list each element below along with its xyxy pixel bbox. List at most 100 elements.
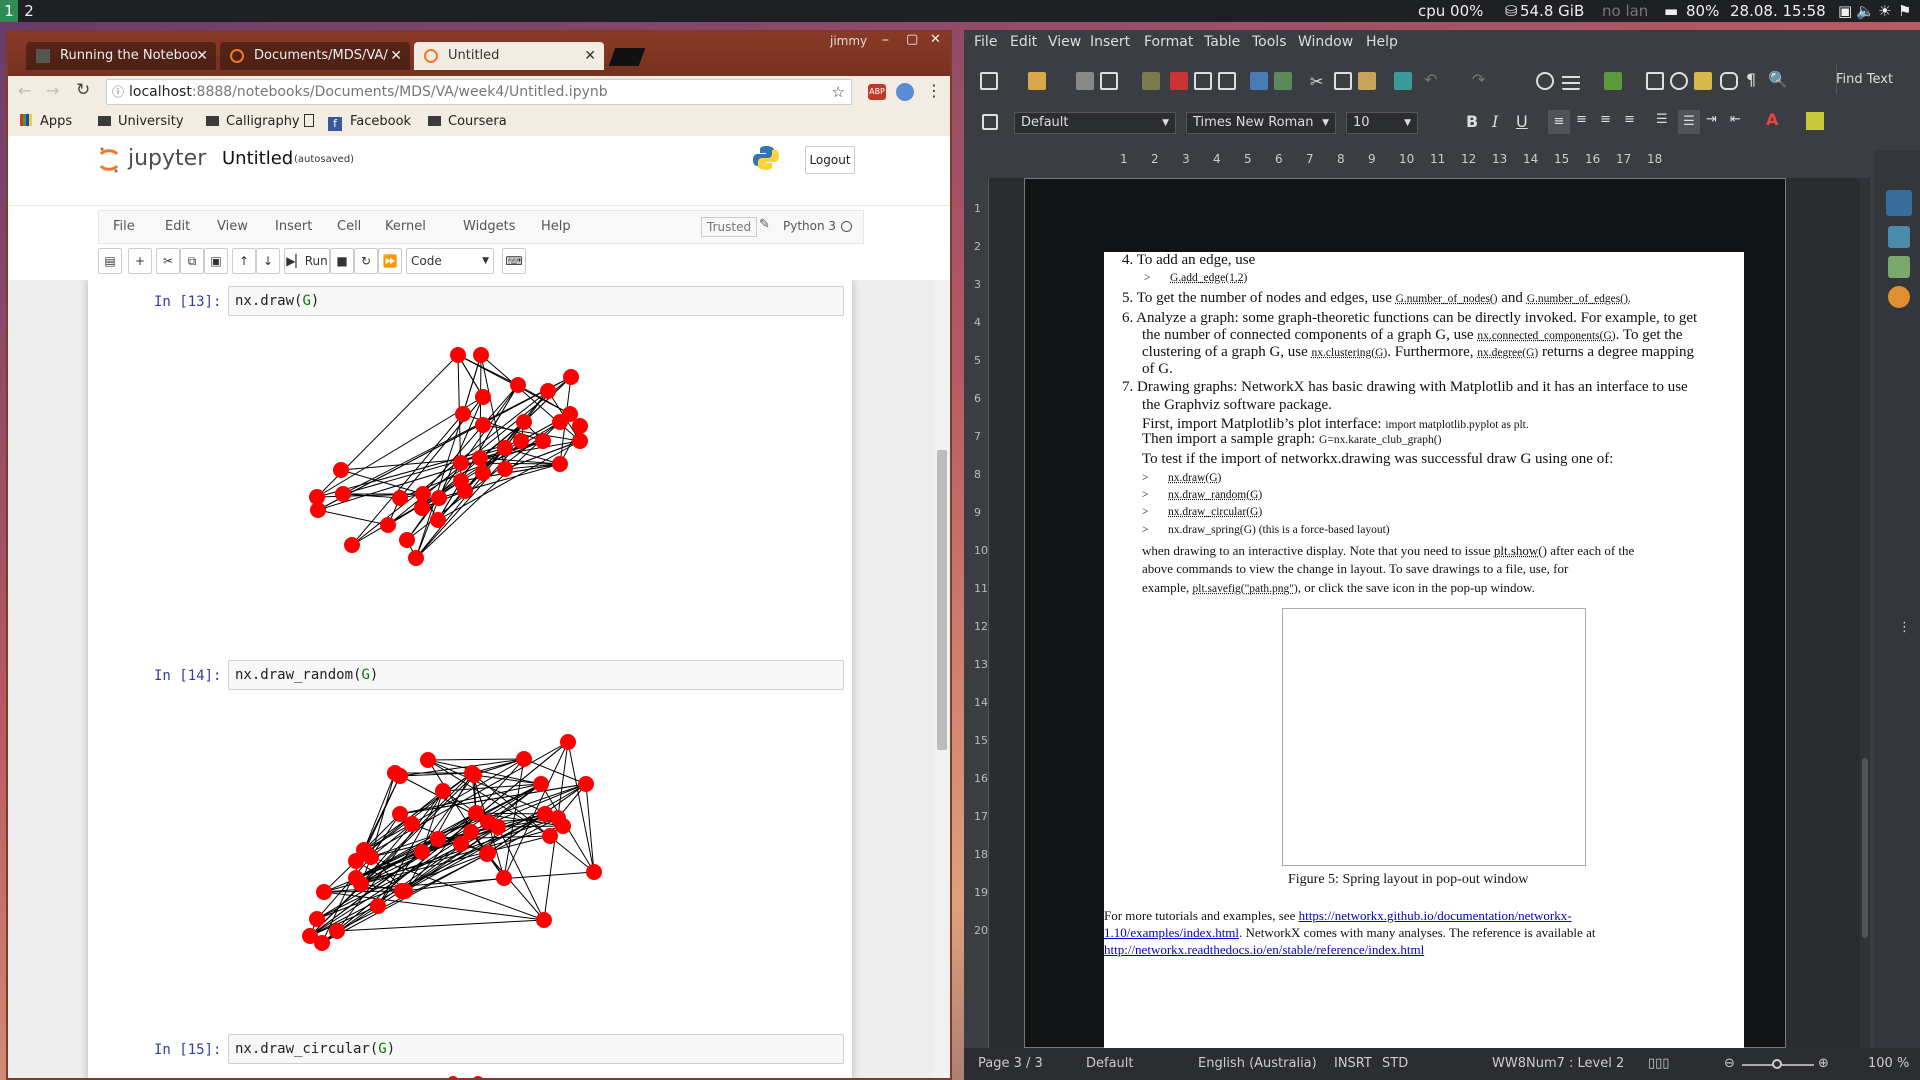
- view-layout-icon[interactable]: ▯▯▯: [1648, 1048, 1669, 1080]
- font-color-icon[interactable]: A: [1766, 110, 1778, 129]
- autospell-icon[interactable]: [1274, 72, 1292, 94]
- database-icon[interactable]: [1720, 72, 1738, 94]
- writer-menu-tools[interactable]: Tools: [1252, 34, 1287, 50]
- paragraph-style-select[interactable]: Default ▼: [1014, 112, 1176, 134]
- code-cell[interactable]: nx.draw_random(G): [228, 660, 844, 690]
- print-preview-icon[interactable]: [1218, 72, 1236, 94]
- menu-file[interactable]: File: [113, 211, 135, 243]
- maximize-button[interactable]: ▢: [906, 32, 918, 47]
- cut-doc-icon[interactable]: ✂: [1310, 72, 1323, 91]
- doc-link[interactable]: 1.10/examples/index.html: [1104, 925, 1239, 940]
- tab-untitled[interactable]: Untitled ✕: [414, 42, 604, 70]
- url-input[interactable]: ⓘ localhost:8888/notebooks/Documents/MDS…: [106, 79, 852, 105]
- find-text-input[interactable]: Find Text: [1836, 72, 1893, 87]
- properties-icon[interactable]: [1886, 190, 1912, 216]
- undo-icon[interactable]: ↶: [1424, 70, 1437, 89]
- menu-icon[interactable]: ⋮: [926, 81, 942, 100]
- edit-pencil-icon[interactable]: ✎: [759, 217, 770, 232]
- jupyter-logo-text[interactable]: jupyter: [128, 146, 206, 171]
- navigator-icon[interactable]: [1536, 72, 1554, 94]
- justify-icon[interactable]: ≡: [1624, 112, 1635, 127]
- bookmark-facebook[interactable]: f Facebook: [328, 108, 411, 136]
- keyboard-icon[interactable]: ⌨: [502, 248, 526, 274]
- page-count[interactable]: Page 3 / 3: [978, 1048, 1043, 1080]
- move-up-icon[interactable]: ↑: [232, 248, 256, 274]
- menu-view[interactable]: View: [217, 211, 248, 243]
- stop-icon[interactable]: ■: [330, 248, 354, 274]
- writer-menu-file[interactable]: File: [974, 34, 997, 50]
- code-cell[interactable]: nx.draw_circular(G): [228, 1034, 844, 1064]
- writer-menu-view[interactable]: View: [1048, 34, 1081, 50]
- horizontal-ruler[interactable]: 1 2 3 4 5 6 7 8 9 10 11 12 13 14 15 16 17 18: [994, 152, 1830, 170]
- close-window-button[interactable]: ✕: [930, 32, 941, 47]
- styles-sidebar-icon[interactable]: [1888, 226, 1910, 248]
- copy-doc-icon[interactable]: [1334, 72, 1352, 94]
- align-center-icon[interactable]: ≡: [1576, 112, 1587, 127]
- doc-scrollbar-thumb[interactable]: [1862, 758, 1868, 938]
- writer-menu-edit[interactable]: Edit: [1010, 34, 1037, 50]
- menu-edit[interactable]: Edit: [165, 211, 190, 243]
- save-doc-icon[interactable]: [1076, 72, 1094, 94]
- cut-icon[interactable]: ✂: [156, 248, 180, 274]
- paste-doc-icon[interactable]: [1358, 72, 1376, 94]
- fast-forward-icon[interactable]: ⏩: [378, 248, 402, 274]
- bullet-list-icon[interactable]: ☰: [1678, 110, 1700, 134]
- cell-type-select[interactable]: Code ▼: [406, 248, 494, 274]
- writer-menu-help[interactable]: Help: [1366, 34, 1398, 50]
- profile-name[interactable]: jimmy: [830, 34, 867, 48]
- zoom-slider-handle[interactable]: [1772, 1059, 1782, 1069]
- formatting-marks-icon[interactable]: ¶: [1746, 70, 1756, 89]
- bookmark-calligraphy[interactable]: Calligraphy: [206, 108, 300, 136]
- forward-icon[interactable]: →: [46, 81, 59, 100]
- restart-icon[interactable]: ↻: [354, 248, 378, 274]
- notebook-scrollbar[interactable]: [934, 280, 950, 1078]
- volume-icon[interactable]: 🔈: [1856, 0, 1875, 22]
- menu-insert[interactable]: Insert: [275, 211, 312, 243]
- align-right-icon[interactable]: ≡: [1600, 112, 1611, 127]
- zoom-level[interactable]: 100 %: [1868, 1048, 1909, 1080]
- new-doc-icon[interactable]: [980, 72, 998, 94]
- save-icon[interactable]: ▤: [98, 248, 122, 274]
- doc-link[interactable]: http://networkx.readthedocs.io/en/stable…: [1104, 942, 1424, 958]
- highlight-icon[interactable]: [1806, 112, 1824, 130]
- font-name-select[interactable]: Times New Roman ▼: [1186, 112, 1336, 134]
- notebook-name[interactable]: Untitled: [222, 148, 293, 169]
- underline-icon[interactable]: U: [1516, 112, 1528, 131]
- numbered-list-icon[interactable]: ☰: [1656, 112, 1668, 127]
- menu-kernel[interactable]: Kernel: [385, 211, 426, 243]
- gallery-icon[interactable]: [1888, 256, 1910, 278]
- hyperlink-icon[interactable]: [1604, 72, 1622, 94]
- tab-running-notebook[interactable]: Running the Noteboo ✕: [26, 42, 216, 70]
- insert-mode[interactable]: INSRT: [1334, 1048, 1372, 1080]
- align-left-icon[interactable]: ≡: [1548, 110, 1570, 134]
- styles-icon[interactable]: [982, 114, 998, 134]
- italic-icon[interactable]: I: [1492, 112, 1498, 131]
- clone-format-icon[interactable]: [1394, 72, 1412, 94]
- add-cell-icon[interactable]: +: [128, 248, 152, 274]
- jupyter-logo-icon[interactable]: [98, 146, 120, 174]
- trusted-badge[interactable]: Trusted: [701, 217, 758, 237]
- bookmark-coursera[interactable]: Coursera: [428, 108, 507, 136]
- redo-icon[interactable]: ↷: [1472, 70, 1485, 89]
- zoom-out-icon[interactable]: ⊖: [1724, 1048, 1735, 1080]
- bookmark-apps[interactable]: Apps: [20, 108, 72, 136]
- navigator-sidebar-icon[interactable]: [1888, 286, 1910, 308]
- indent-decrease-icon[interactable]: ⇤: [1730, 112, 1741, 127]
- writer-menu-window[interactable]: Window: [1298, 34, 1353, 50]
- move-down-icon[interactable]: ↓: [256, 248, 280, 274]
- scrollbar-thumb[interactable]: [937, 450, 947, 750]
- reload-icon[interactable]: ↻: [76, 80, 90, 100]
- edit-mode-icon[interactable]: [1142, 72, 1160, 94]
- open-icon[interactable]: [1028, 72, 1046, 94]
- chart-icon[interactable]: [1670, 72, 1688, 94]
- extension-icon[interactable]: [896, 83, 914, 101]
- language[interactable]: English (Australia): [1198, 1048, 1317, 1080]
- new-tab-button[interactable]: [608, 48, 646, 66]
- menu-widgets[interactable]: Widgets: [463, 211, 516, 243]
- print-icon[interactable]: [1194, 72, 1212, 94]
- workspace-1[interactable]: 1: [0, 0, 18, 22]
- menu-help[interactable]: Help: [541, 211, 571, 243]
- close-icon[interactable]: ✕: [196, 42, 208, 70]
- close-icon[interactable]: ✕: [584, 42, 596, 70]
- brightness-icon[interactable]: ☀: [1878, 0, 1891, 22]
